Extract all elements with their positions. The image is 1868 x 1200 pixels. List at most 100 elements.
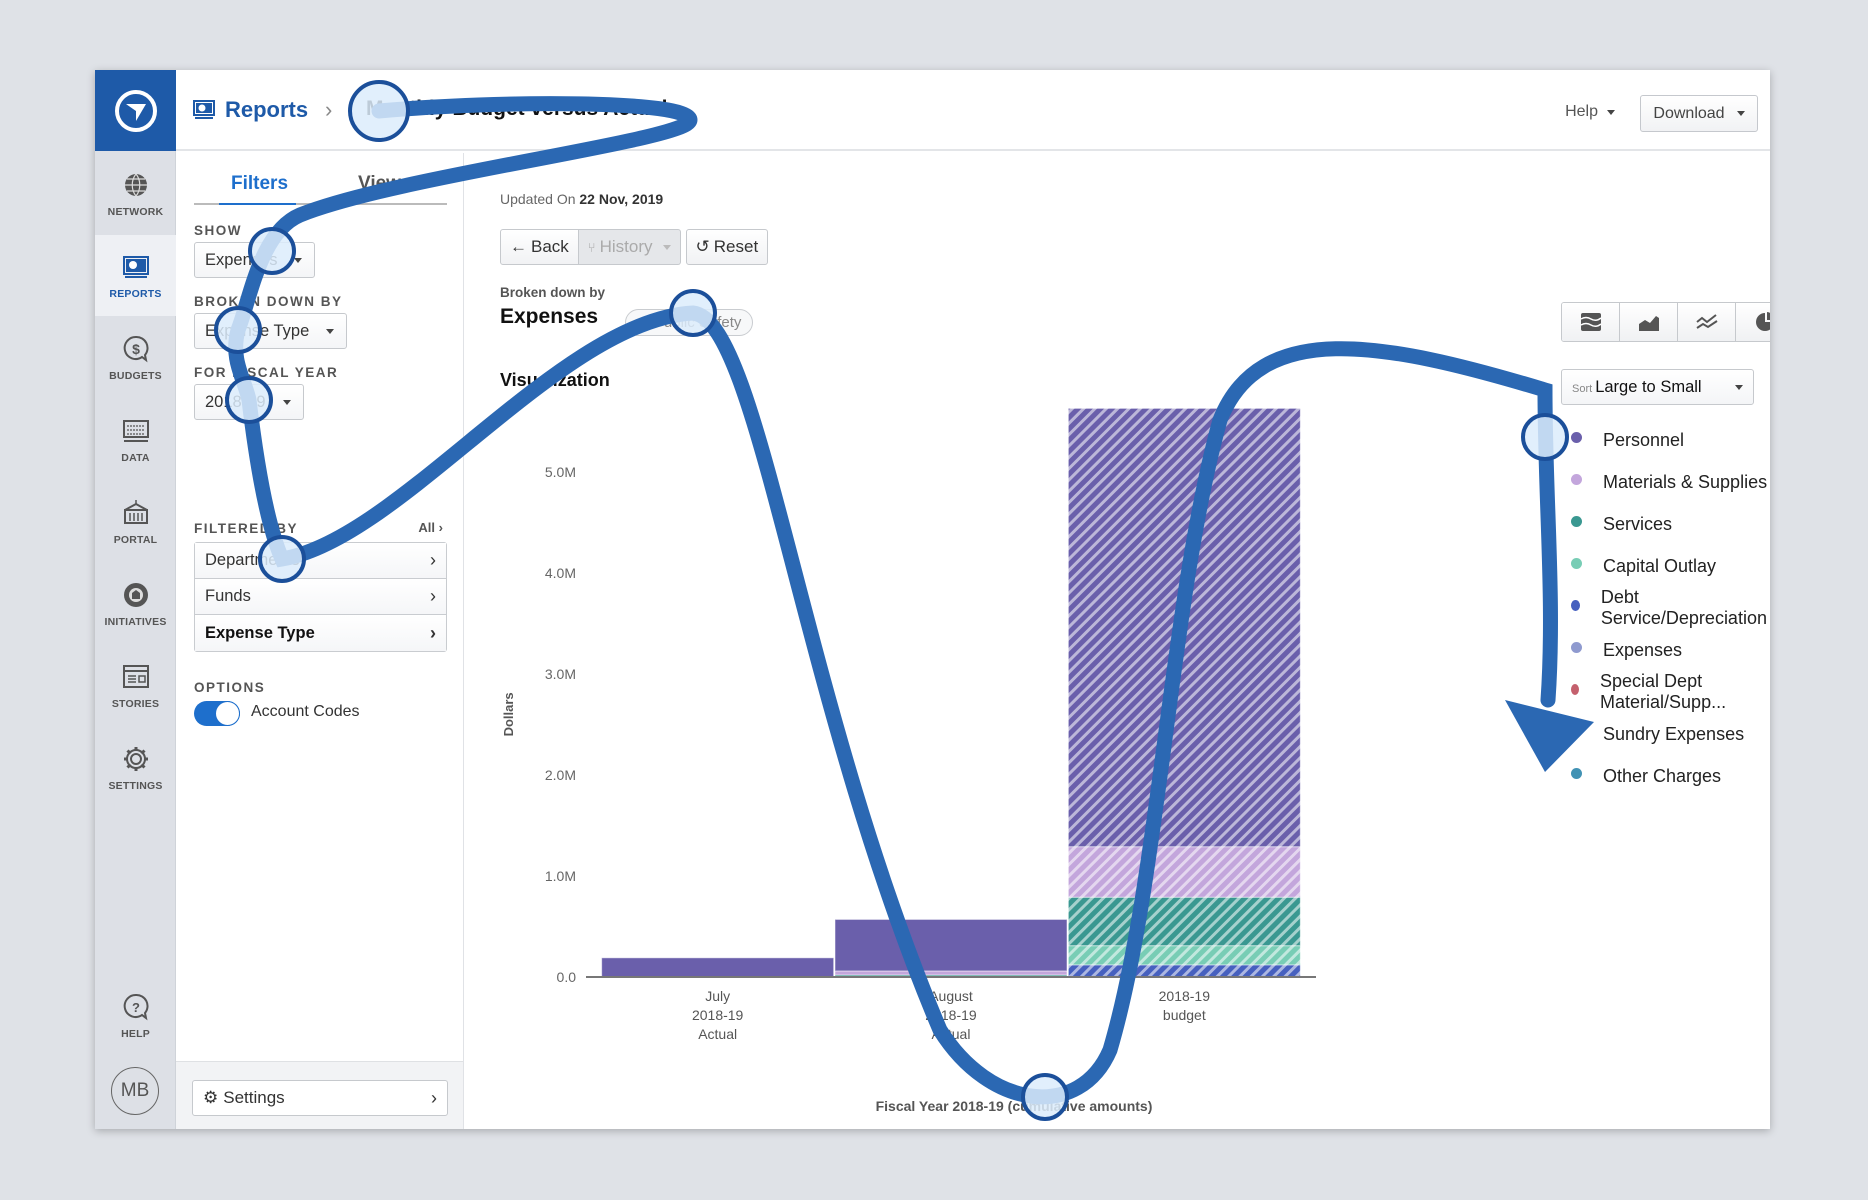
x-tick-label: 2018-19: [1159, 988, 1211, 1004]
initiatives-icon: [123, 582, 148, 607]
chevron-right-icon: ›: [430, 622, 436, 643]
chevron-right-icon: ›: [431, 1087, 437, 1108]
fiscal-year-value: 2018-19: [205, 392, 266, 411]
legend-item[interactable]: Services: [1571, 503, 1770, 545]
nav-item-settings[interactable]: SETTINGS: [95, 727, 176, 808]
show-label: SHOW: [194, 223, 242, 238]
chart-type-line[interactable]: [1678, 303, 1736, 341]
bar-chart: 0.0 1.0M 2.0M 3.0M 4.0M 5.0M Dollars July 2018-1…: [501, 407, 1316, 1114]
filter-list: Departments › Funds › Expense Type ›: [194, 542, 447, 652]
legend-swatch: [1571, 515, 1582, 527]
legend-item[interactable]: Special Dept Material/Supp...: [1571, 671, 1770, 713]
bar-segment: [834, 970, 1068, 976]
y-axis-label: Dollars: [501, 692, 516, 736]
gear-icon: [123, 746, 148, 771]
avatar[interactable]: MB: [111, 1067, 159, 1115]
panel-settings-button[interactable]: ⚙ Settings ›: [192, 1080, 448, 1116]
account-codes-label: Account Codes: [251, 703, 360, 720]
nav-help[interactable]: ? HELP: [95, 975, 176, 1056]
help-menu-button[interactable]: Help: [1565, 103, 1615, 121]
toggle-knob: [215, 701, 240, 726]
bar-segment: [1067, 407, 1301, 848]
legend-item[interactable]: Personnel: [1571, 419, 1770, 461]
legend-item[interactable]: Materials & Supplies: [1571, 461, 1770, 503]
x-tick-label: July: [705, 988, 730, 1004]
logo[interactable]: [95, 70, 176, 151]
dollar-bubble-icon: $: [123, 335, 149, 362]
svg-text:$: $: [132, 341, 140, 357]
show-value: Expenses: [205, 250, 278, 269]
legend-item[interactable]: Sundry Expenses: [1571, 713, 1770, 755]
nav-item-reports[interactable]: REPORTS: [95, 235, 176, 316]
filter-row-funds[interactable]: Funds ›: [195, 579, 446, 615]
x-tick-label: Actual: [698, 1026, 737, 1042]
tab-filters[interactable]: Filters: [231, 173, 288, 195]
caret-down-icon: [326, 328, 334, 334]
legend-swatch: [1571, 767, 1582, 779]
chart-type-area[interactable]: [1620, 303, 1678, 341]
nav-item-network[interactable]: NETWORK: [95, 153, 176, 234]
bar-segment: [1067, 846, 1301, 898]
nav-item-label: NETWORK: [107, 205, 164, 218]
bar-segment: [1067, 896, 1301, 947]
reports-icon: [193, 100, 215, 119]
legend-label: Debt Service/Depreciation: [1600, 587, 1767, 628]
legend-item[interactable]: Other Charges: [1571, 755, 1770, 797]
account-codes-toggle[interactable]: [194, 701, 240, 726]
gear-icon: ⚙: [203, 1088, 219, 1107]
panel-footer: ⚙ Settings ›: [176, 1061, 463, 1129]
chart-type-pie[interactable]: [1736, 303, 1770, 341]
caret-down-icon: [283, 399, 291, 405]
options-label: OPTIONS: [194, 680, 266, 695]
x-tick-label: 2018-19: [925, 1007, 977, 1023]
sort-select[interactable]: Sort Large to Small: [1561, 369, 1754, 405]
nav-item-portal[interactable]: PORTAL: [95, 481, 176, 562]
nav-item-initiatives[interactable]: INITIATIVES: [95, 563, 176, 644]
x-tick-label: 2018-19: [692, 1007, 744, 1023]
legend-item[interactable]: Capital Outlay: [1571, 545, 1770, 587]
broken-down-select[interactable]: Expense Type: [194, 313, 347, 349]
nav-item-budgets[interactable]: $ BUDGETS: [95, 317, 176, 398]
legend-swatch: [1571, 557, 1582, 569]
legend-label: Other Charges: [1603, 765, 1722, 786]
legend-label: Personnel: [1603, 429, 1685, 450]
filter-row-expense-type[interactable]: Expense Type ›: [195, 615, 446, 651]
active-tab-indicator: [219, 203, 296, 205]
chart-type-switcher: [1561, 302, 1770, 342]
legend-item[interactable]: Expenses: [1571, 629, 1770, 671]
main-content: Updated On 22 Nov, 2019 ← Back ⑂ History ↺…: [466, 153, 1770, 1129]
breadcrumb-reports[interactable]: Reports: [193, 97, 308, 123]
nav-item-label: BUDGETS: [109, 369, 162, 382]
nav-item-data[interactable]: DATA: [95, 399, 176, 480]
reports-icon: [122, 255, 149, 278]
filtered-by-label: FILTERED BY: [194, 521, 298, 536]
nav-item-stories[interactable]: STORIES: [95, 645, 176, 726]
fiscal-year-select[interactable]: 2018-19: [194, 384, 304, 420]
breadcrumb-reports-label: Reports: [225, 97, 309, 122]
header: Reports › Monthly Budget versus Actual H…: [176, 70, 1770, 151]
breadcrumb-separator: ›: [325, 97, 333, 122]
panel-tabs: Filters Views: [194, 173, 447, 205]
app-window: NETWORK REPORTS $ BUDGETS DATA PORTAL INITIATI…: [95, 70, 1770, 1129]
data-table-icon: [122, 419, 149, 442]
legend-item[interactable]: Debt Service/Depreciation: [1571, 587, 1770, 629]
all-filters-link[interactable]: All ›: [418, 520, 443, 535]
download-button[interactable]: Download: [1640, 95, 1758, 132]
x-tick-label: Actual: [932, 1026, 971, 1042]
svg-text:?: ?: [132, 1000, 140, 1015]
sort-value: Large to Small: [1595, 377, 1702, 396]
chart-type-stacked-area[interactable]: [1562, 303, 1620, 341]
nav-item-label: PORTAL: [113, 533, 158, 546]
legend-swatch: [1571, 683, 1580, 695]
tab-views[interactable]: Views: [358, 173, 412, 195]
show-select[interactable]: Expenses: [194, 242, 315, 278]
legend-label: Special Dept Material/Supp...: [1600, 671, 1727, 712]
building-icon: [123, 499, 148, 524]
filter-row-departments[interactable]: Departments ›: [195, 543, 446, 579]
area-icon: [1638, 316, 1659, 331]
bar-segment: [834, 918, 1068, 972]
caret-down-icon: [1735, 384, 1743, 390]
y-tick-label: 3.0M: [545, 666, 576, 682]
page-title: Monthly Budget versus Actual: [366, 97, 668, 120]
help-label: Help: [1565, 103, 1598, 120]
